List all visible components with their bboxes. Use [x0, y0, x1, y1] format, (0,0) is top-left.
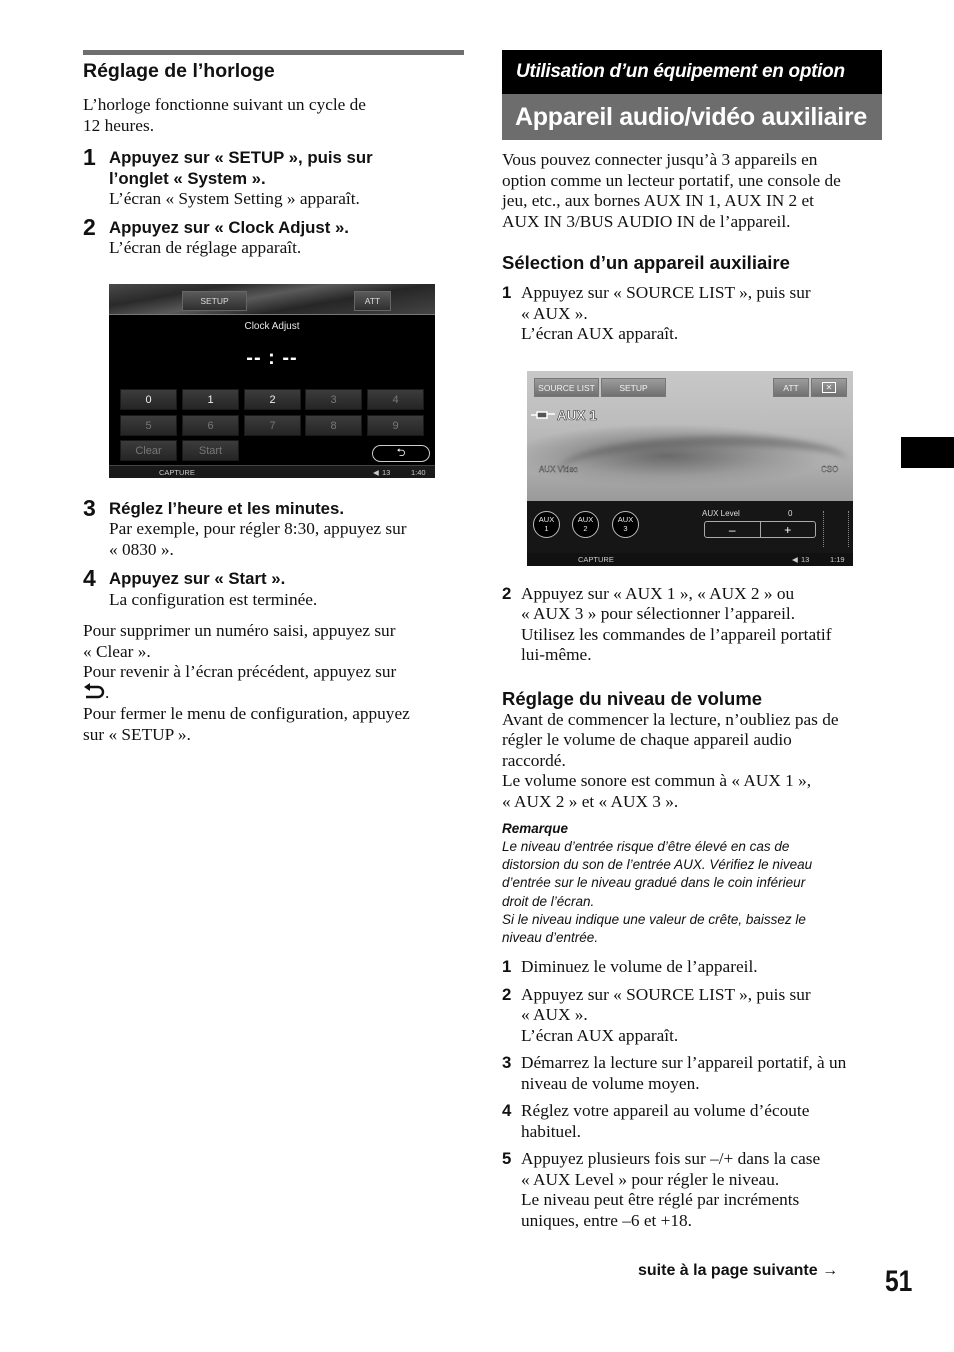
- level-meter: [823, 511, 849, 547]
- clock-tips: Pour supprimer un numéro saisi, appuyez …: [83, 621, 410, 744]
- cso-label: CSO: [821, 465, 839, 474]
- aux-2-button[interactable]: AUX 2: [572, 511, 599, 538]
- aux-video-label: AUX Video: [539, 465, 578, 474]
- aux-1-button[interactable]: AUX 1: [533, 511, 560, 538]
- aux-screenshot: SOURCE LIST SETUP ATT ✕ AUX 1 AUX Video …: [527, 371, 853, 566]
- close-icon: ✕: [821, 382, 837, 393]
- chapter-band: Utilisation d’un équipement en option: [502, 50, 882, 94]
- level-plus-button[interactable]: +: [761, 522, 816, 537]
- clock-step-2: 2 Appuyez sur « Clock Adjust ». L’écran …: [83, 213, 349, 258]
- capture-label: CAPTURE: [159, 468, 195, 477]
- key-5[interactable]: 5: [120, 415, 177, 436]
- clock-step-1: 1 Appuyez sur « SETUP », puis sur l’ongl…: [83, 144, 373, 208]
- key-7[interactable]: 7: [244, 415, 301, 436]
- clear-button[interactable]: Clear: [120, 440, 177, 461]
- volume-step-4: 4 Réglez votre appareil au volume d’écou…: [502, 1101, 810, 1141]
- volume-value: 13: [801, 555, 810, 564]
- page-title: Appareil audio/vidéo auxiliaire: [502, 94, 882, 140]
- clock-step-4: 4 Appuyez sur « Start ». La configuratio…: [83, 565, 318, 609]
- aux-control-panel: AUX 1 AUX 2 AUX 3 AUX Level 0 – +: [527, 501, 853, 553]
- select-step-1: 1 Appuyez sur « SOURCE LIST », puis sur …: [502, 283, 811, 343]
- page-number: 51: [885, 1265, 913, 1298]
- subsection-title-volume: Réglage du niveau de volume: [502, 687, 763, 709]
- note-block: Remarque Le niveau d’entrée risque d’êtr…: [502, 821, 813, 946]
- key-1[interactable]: 1: [182, 389, 239, 410]
- section-title-clock: Réglage de l’horloge: [83, 60, 275, 82]
- source-label: AUX 1: [531, 408, 597, 423]
- chapter-tab: [901, 437, 954, 468]
- aux-level-label: AUX Level: [702, 509, 740, 518]
- time-display: -- : --: [246, 347, 298, 369]
- back-button[interactable]: ⮌: [372, 445, 430, 462]
- capture-label: CAPTURE: [578, 555, 614, 564]
- status-bar: CAPTURE ◀ 13 1:40: [109, 465, 435, 478]
- clock-adjust-title: Clock Adjust: [244, 321, 300, 332]
- key-4[interactable]: 4: [367, 389, 424, 410]
- aux-intro: Vous pouvez connecter jusqu’à 3 appareil…: [502, 150, 841, 231]
- clock-time: 1:19: [830, 555, 845, 564]
- key-8[interactable]: 8: [305, 415, 362, 436]
- key-3[interactable]: 3: [305, 389, 362, 410]
- status-bar: CAPTURE ◀ 13 1:19: [527, 553, 853, 566]
- right-column: Utilisation d’un équipement en option Ap…: [502, 50, 882, 1231]
- setup-button[interactable]: SETUP: [601, 378, 666, 397]
- key-6[interactable]: 6: [182, 415, 239, 436]
- volume-intro: Avant de commencer la lecture, n’oubliez…: [502, 709, 839, 811]
- key-2[interactable]: 2: [244, 389, 301, 410]
- select-step-2: 2 Appuyez sur « AUX 1 », « AUX 2 » ou « …: [502, 583, 832, 665]
- aux-level-stepper: – +: [704, 521, 816, 538]
- speaker-icon: ◀: [373, 468, 379, 477]
- key-9[interactable]: 9: [367, 415, 424, 436]
- subsection-title-select: Sélection d’un appareil auxiliaire: [502, 252, 790, 273]
- return-arrow-icon: ⮌: [396, 447, 406, 459]
- close-button[interactable]: ✕: [811, 378, 847, 397]
- volume-step-1: 1 Diminuez le volume de l’appareil.: [502, 957, 758, 977]
- plug-icon: [531, 408, 555, 423]
- volume-step-3: 3 Démarrez la lecture sur l’appareil por…: [502, 1053, 847, 1093]
- aux-3-button[interactable]: AUX 3: [612, 511, 639, 538]
- speaker-icon: ◀: [792, 555, 798, 564]
- volume-step-5: 5 Appuyez plusieurs fois sur –/+ dans la…: [502, 1149, 821, 1230]
- volume-value: 13: [382, 468, 391, 477]
- source-list-button[interactable]: SOURCE LIST: [534, 378, 599, 397]
- clock-step-3: 3 Réglez l’heure et les minutes. Par exe…: [83, 494, 407, 559]
- att-button[interactable]: ATT: [354, 291, 391, 311]
- aux-level-value: 0: [788, 509, 793, 518]
- continued-note: suite à la page suivante →: [638, 1262, 839, 1279]
- start-button[interactable]: Start: [182, 440, 239, 461]
- setup-button[interactable]: SETUP: [182, 291, 247, 311]
- key-0[interactable]: 0: [120, 389, 177, 410]
- clock-time: 1:40: [411, 468, 426, 477]
- clock-adjust-screenshot: SETUP ATT Clock Adjust -- : -- 0 1 2 3 4…: [109, 284, 435, 478]
- clock-intro: L’horloge fonctionne suivant un cycle de…: [83, 95, 366, 135]
- volume-step-2: 2 Appuyez sur « SOURCE LIST », puis sur …: [502, 984, 811, 1045]
- level-minus-button[interactable]: –: [705, 522, 761, 537]
- return-arrow-icon: [83, 682, 105, 705]
- section-rule: [83, 50, 464, 55]
- att-button[interactable]: ATT: [773, 378, 809, 397]
